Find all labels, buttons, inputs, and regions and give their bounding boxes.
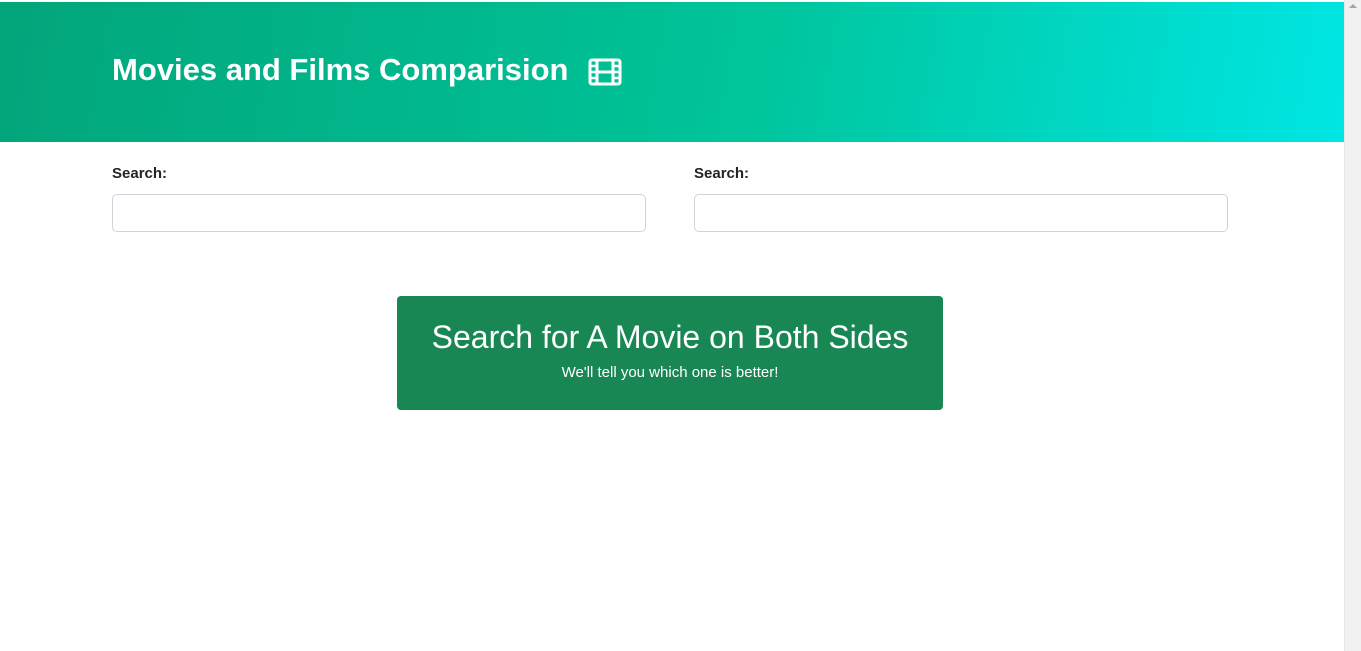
search-right-input[interactable] [694, 194, 1228, 232]
page: Movies and Films Comparision Search: Sea… [0, 0, 1361, 651]
page-title-text: Movies and Films Comparision [112, 52, 569, 87]
film-icon [588, 56, 622, 86]
search-right-group: Search: [694, 164, 1228, 232]
search-left-input[interactable] [112, 194, 646, 232]
search-right-label: Search: [694, 165, 750, 182]
search-prompt-button[interactable]: Search for A Movie on Both Sides We'll t… [397, 296, 943, 410]
search-prompt-title: Search for A Movie on Both Sides [431, 319, 909, 355]
vertical-scrollbar[interactable] [1344, 0, 1361, 651]
page-title: Movies and Films Comparision [112, 50, 622, 90]
hero-banner: Movies and Films Comparision [0, 2, 1344, 142]
search-left-label: Search: [112, 165, 168, 182]
search-prompt-subtitle: We'll tell you which one is better! [561, 364, 779, 381]
scroll-up-arrow-icon[interactable] [1349, 4, 1357, 8]
search-left-group: Search: [112, 164, 646, 232]
